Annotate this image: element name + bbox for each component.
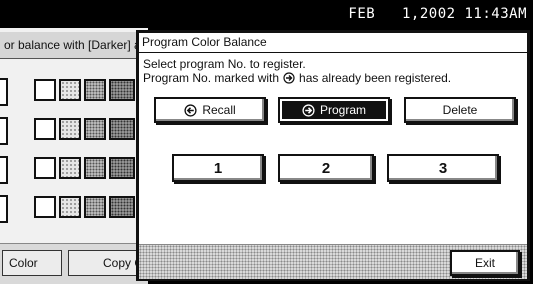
color-swatch	[109, 79, 135, 101]
recall-button[interactable]: Recall	[154, 97, 266, 123]
color-swatch	[34, 196, 56, 218]
background-row-edge	[0, 195, 8, 223]
color-swatch	[59, 196, 81, 218]
color-swatch	[34, 118, 56, 140]
dialog-title-divider	[139, 52, 527, 53]
background-title: or balance with [Darker] a	[4, 38, 141, 52]
color-swatch	[84, 79, 106, 101]
recall-button-label: Recall	[202, 103, 236, 117]
dialog-message-line2-end: has already been registered.	[299, 71, 452, 85]
color-swatch	[34, 79, 56, 101]
exit-button[interactable]: Exit	[450, 250, 520, 276]
program-number-1-button[interactable]: 1	[172, 154, 264, 182]
color-swatch	[109, 196, 135, 218]
dialog-message-line1: Select program No. to register.	[143, 57, 306, 71]
color-swatch	[59, 157, 81, 179]
dialog-message: Select program No. to register. Program …	[143, 57, 451, 85]
registered-marker-icon	[283, 72, 295, 84]
program-number-3-button[interactable]: 3	[387, 154, 499, 182]
background-tab-copy[interactable]: Copy C	[68, 250, 146, 276]
program-button-label: Program	[319, 103, 366, 117]
background-row-edge	[0, 78, 8, 106]
program-number-2-button[interactable]: 2	[278, 154, 374, 182]
background-tab-color[interactable]: Color	[2, 250, 62, 276]
color-swatch	[109, 157, 135, 179]
dialog-message-line2: Program No. marked with has already been…	[143, 71, 451, 85]
color-swatch	[34, 157, 56, 179]
delete-button-label: Delete	[442, 103, 478, 117]
dialog-title: Program Color Balance	[142, 35, 267, 49]
dialog-message-line2-start: Program No. marked with	[143, 71, 280, 85]
delete-button[interactable]: Delete	[404, 97, 516, 123]
color-swatch	[84, 118, 106, 140]
background-row-edge	[0, 156, 8, 184]
background-row-edge	[0, 117, 8, 145]
color-swatch	[109, 118, 135, 140]
color-swatch	[84, 157, 106, 179]
color-swatch	[59, 79, 81, 101]
date-time: FEB 1,2002 11:43AM	[348, 6, 527, 22]
recall-arrow-icon	[184, 103, 202, 117]
program-button[interactable]: Program	[278, 97, 390, 123]
color-swatch	[59, 118, 81, 140]
program-arrow-icon	[302, 103, 320, 117]
color-swatch	[84, 196, 106, 218]
